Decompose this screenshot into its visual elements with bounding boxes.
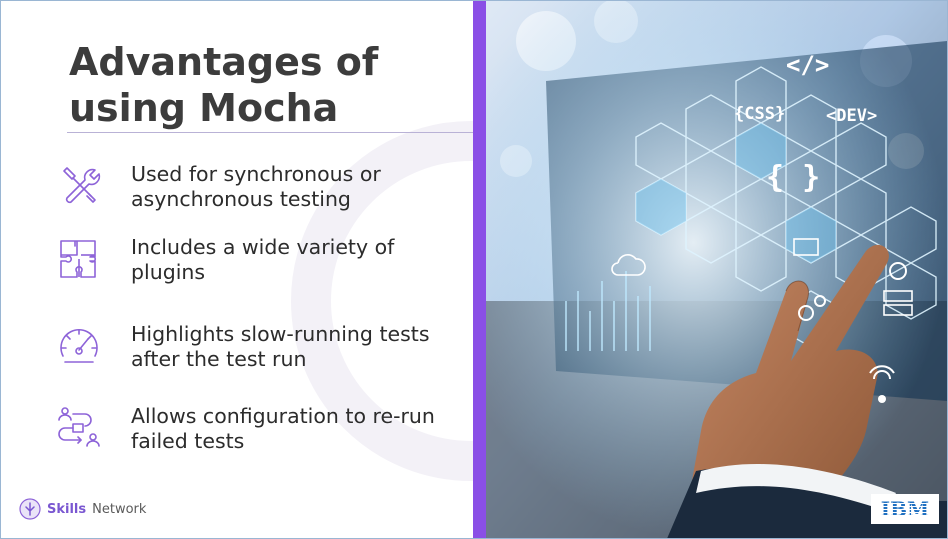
ibm-logo: IBM bbox=[871, 494, 939, 524]
code-tag-label: </> bbox=[786, 51, 829, 79]
technology-touch-illustration: </> {CSS} <DEV> { } bbox=[486, 1, 947, 538]
feature-item: Highlights slow-running tests after the … bbox=[51, 322, 471, 382]
left-panel: Advantages of using Mocha Used for synch… bbox=[1, 1, 473, 538]
skills-network-icon bbox=[19, 498, 41, 520]
hero-image: </> {CSS} <DEV> { } IBM bbox=[486, 1, 947, 538]
feature-text: Used for synchronous or asynchronous tes… bbox=[131, 162, 381, 211]
title-underline bbox=[67, 132, 473, 133]
brand-name-strong: Skills bbox=[47, 501, 87, 517]
skills-network-logo: Skills Network bbox=[19, 498, 146, 520]
slide-title: Advantages of using Mocha bbox=[69, 40, 379, 130]
brand-name-rest: Network bbox=[92, 501, 147, 517]
braces-label: { } bbox=[766, 160, 820, 195]
feature-item: Allows configuration to re-run failed te… bbox=[51, 404, 471, 464]
ibm-wordmark: IBM bbox=[881, 498, 929, 520]
slide: Advantages of using Mocha Used for synch… bbox=[0, 0, 948, 539]
puzzle-icon bbox=[60, 240, 96, 278]
accent-divider bbox=[473, 1, 486, 538]
feature-item: Includes a wide variety of plugins bbox=[51, 235, 471, 295]
dev-label: <DEV> bbox=[826, 106, 877, 126]
speedometer-icon bbox=[60, 329, 98, 363]
ibm-text: IBM bbox=[881, 498, 929, 520]
css-label: {CSS} bbox=[734, 104, 785, 124]
tools-icon bbox=[63, 167, 101, 204]
workflow-icon bbox=[58, 407, 100, 447]
feature-item: Used for synchronous or asynchronous tes… bbox=[51, 162, 471, 222]
feature-text: Highlights slow-running tests after the … bbox=[131, 322, 430, 371]
feature-text: Allows configuration to re-run failed te… bbox=[131, 404, 435, 453]
feature-text: Includes a wide variety of plugins bbox=[131, 235, 395, 284]
